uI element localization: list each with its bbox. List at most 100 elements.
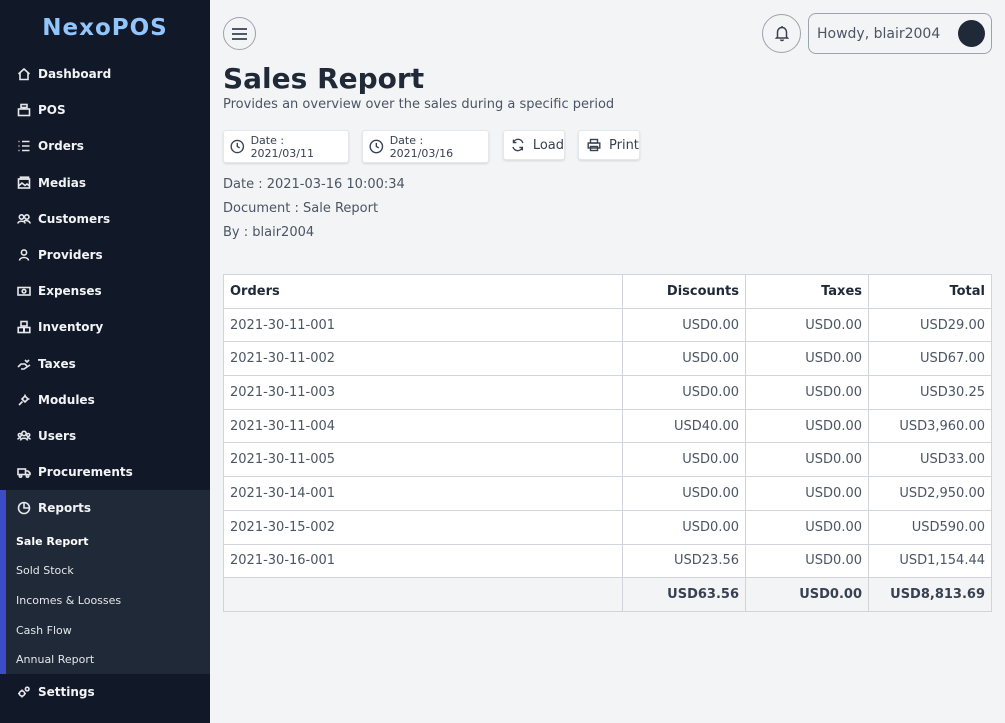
sidebar-item-orders[interactable]: Orders	[0, 128, 210, 164]
order-code: 2021-30-11-001	[223, 307, 623, 343]
printer-icon	[587, 138, 601, 152]
sidebar-item-modules[interactable]: Modules	[0, 382, 210, 418]
report-date: Date : 2021-03-16 10:00:34	[223, 177, 405, 192]
sidebar-item-label: Reports	[38, 501, 92, 516]
column-header-taxes: Taxes	[745, 274, 869, 309]
sidebar-item-dashboard[interactable]: Dashboard	[0, 56, 210, 92]
sidebar-item-label: Orders	[38, 139, 84, 154]
sidebar-item-reports[interactable]: Reports	[6, 490, 210, 526]
order-code: 2021-30-16-001	[223, 543, 623, 579]
column-header-orders: Orders	[223, 274, 623, 309]
sidebar-subitem-incomes-losses[interactable]: Incomes & Loosses	[6, 586, 210, 616]
order-discount: USD40.00	[622, 408, 746, 444]
sidebar-item-expenses[interactable]: Expenses	[0, 273, 210, 309]
boxes-icon	[17, 320, 31, 334]
user-friends-icon	[17, 212, 31, 226]
order-total: USD2,950.00	[868, 476, 992, 511]
start-date-picker[interactable]: Date : 2021/03/11	[223, 130, 349, 163]
order-taxes: USD0.00	[745, 375, 869, 410]
end-date-picker[interactable]: Date : 2021/03/16	[362, 130, 489, 163]
print-button[interactable]: Print	[578, 130, 640, 160]
order-discount: USD23.56	[622, 543, 746, 579]
clock-icon	[230, 139, 245, 154]
logo-text: NexoPOS	[42, 15, 168, 41]
total-taxes: USD0.00	[745, 577, 869, 612]
sidebar: NexoPOS Dashboard POS Orders Medias Cust…	[0, 0, 210, 723]
order-total: USD29.00	[868, 307, 992, 343]
order-total: USD30.25	[868, 375, 992, 410]
order-discount: USD0.00	[622, 476, 746, 511]
sidebar-item-providers[interactable]: Providers	[0, 237, 210, 273]
table-row: 2021-30-11-003 USD0.00 USD0.00 USD30.25	[223, 375, 992, 410]
sidebar-item-label: Modules	[38, 392, 95, 407]
sidebar-item-procurements[interactable]: Procurements	[0, 454, 210, 490]
sidebar-item-label: Customers	[38, 211, 111, 226]
table-row: 2021-30-15-002 USD0.00 USD0.00 USD590.00	[223, 509, 992, 545]
order-taxes: USD0.00	[745, 307, 869, 343]
user-greeting: Howdy, blair2004	[817, 25, 941, 42]
table-header-row: Orders Discounts Taxes Total	[223, 274, 992, 309]
sidebar-subitem-annual-report[interactable]: Annual Report	[6, 645, 210, 675]
print-label: Print	[609, 137, 639, 153]
sidebar-group-reports: Reports Sale Report Sold Stock Incomes &…	[0, 490, 210, 675]
sidebar-subitem-sold-stock[interactable]: Sold Stock	[6, 556, 210, 586]
app-logo[interactable]: NexoPOS	[0, 0, 210, 56]
table-row: 2021-30-16-001 USD23.56 USD0.00 USD1,154…	[223, 543, 992, 579]
order-total: USD3,960.00	[868, 408, 992, 444]
order-taxes: USD0.00	[745, 408, 869, 444]
order-total: USD590.00	[868, 509, 992, 545]
grand-total: USD8,813.69	[868, 577, 992, 612]
table-row: 2021-30-11-004 USD40.00 USD0.00 USD3,960…	[223, 408, 992, 444]
order-taxes: USD0.00	[745, 442, 869, 478]
order-code: 2021-30-15-002	[223, 509, 623, 545]
start-date-label: Date : 2021/03/11	[250, 133, 314, 160]
truck-icon	[17, 465, 31, 479]
total-discounts: USD63.56	[622, 577, 746, 612]
order-total: USD67.00	[868, 341, 992, 377]
sidebar-item-customers[interactable]: Customers	[0, 201, 210, 237]
menu-toggle-button[interactable]	[223, 17, 256, 50]
user-icon	[17, 248, 31, 262]
sidebar-item-label: Settings	[38, 685, 95, 700]
sidebar-item-taxes[interactable]: Taxes	[0, 346, 210, 382]
totals-label	[223, 577, 623, 612]
report-document: Document : Sale Report	[223, 201, 379, 216]
hamburger-icon	[232, 27, 247, 40]
sidebar-item-settings[interactable]: Settings	[0, 674, 210, 710]
sidebar-item-label: Inventory	[38, 320, 104, 335]
order-total: USD33.00	[868, 442, 992, 478]
plug-icon	[17, 393, 31, 407]
sidebar-item-users[interactable]: Users	[0, 418, 210, 454]
order-taxes: USD0.00	[745, 476, 869, 511]
order-discount: USD0.00	[622, 307, 746, 343]
refresh-icon	[512, 138, 524, 152]
table-row: 2021-30-11-005 USD0.00 USD0.00 USD33.00	[223, 442, 992, 478]
order-taxes: USD0.00	[745, 543, 869, 579]
sidebar-subitem-sale-report[interactable]: Sale Report	[6, 526, 210, 556]
sidebar-item-label: Providers	[38, 248, 103, 263]
chart-pie-icon	[17, 501, 31, 515]
table-totals-row: USD63.56 USD0.00 USD8,813.69	[223, 577, 992, 612]
sidebar-item-inventory[interactable]: Inventory	[0, 309, 210, 345]
sidebar-item-pos[interactable]: POS	[0, 92, 210, 128]
order-code: 2021-30-11-005	[223, 442, 623, 478]
sidebar-item-label: Procurements	[38, 465, 133, 480]
sidebar-item-label: Dashboard	[38, 67, 112, 82]
list-icon	[17, 139, 31, 153]
end-date-label: Date : 2021/03/16	[389, 133, 454, 160]
cash-register-icon	[17, 103, 31, 117]
sidebar-item-label: Taxes	[38, 356, 76, 371]
money-bill-icon	[17, 284, 31, 298]
photo-icon	[17, 176, 31, 190]
user-menu[interactable]: Howdy, blair2004	[808, 13, 992, 54]
order-total: USD1,154.44	[868, 543, 992, 579]
order-code: 2021-30-11-004	[223, 408, 623, 444]
bell-icon	[774, 26, 789, 42]
table-row: 2021-30-11-002 USD0.00 USD0.00 USD67.00	[223, 341, 992, 377]
order-code: 2021-30-11-003	[223, 375, 623, 410]
sidebar-subitem-cash-flow[interactable]: Cash Flow	[6, 615, 210, 645]
sidebar-item-medias[interactable]: Medias	[0, 165, 210, 201]
sidebar-item-label: POS	[38, 103, 66, 118]
notifications-button[interactable]	[762, 14, 801, 53]
load-button[interactable]: Load	[503, 130, 565, 160]
